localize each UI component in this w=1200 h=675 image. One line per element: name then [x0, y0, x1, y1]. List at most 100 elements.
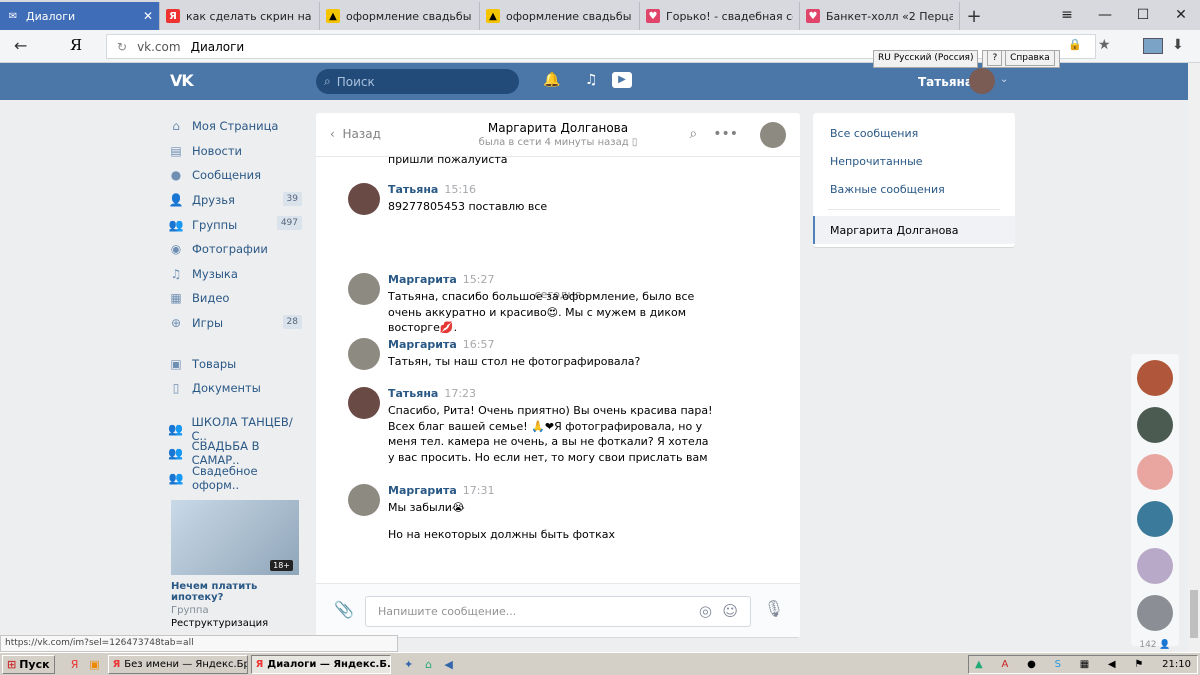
tray-icon[interactable]: ▲: [975, 659, 983, 670]
menu-icon[interactable]: ≡: [1048, 0, 1086, 30]
image-icon[interactable]: [1143, 38, 1163, 54]
more-icon[interactable]: •••: [713, 126, 738, 142]
avatar[interactable]: [1137, 501, 1173, 537]
yandex-icon[interactable]: Я: [65, 655, 85, 673]
sidebar-item-nav-1[interactable]: ▤ Новости: [168, 139, 308, 164]
tab-1[interactable]: Якак сделать скрин на ком: [160, 2, 320, 30]
ad-block[interactable]: 18+ Нечем платить ипотеку? Группа Рестру…: [168, 500, 308, 629]
help-label[interactable]: ? Справка: [982, 50, 1060, 68]
taskbar-window-0[interactable]: Я Без имени — Яндекс.Бр...: [107, 654, 248, 674]
paperclip-icon[interactable]: 📎: [334, 600, 354, 619]
search-icon[interactable]: ⌕: [689, 126, 697, 142]
back-arrow-icon[interactable]: ←: [14, 36, 27, 55]
smile-icon[interactable]: ☺: [722, 597, 738, 626]
sidebar-item-nav-3[interactable]: 👤 Друзья 39: [168, 188, 308, 213]
sidebar-item-nav3-0[interactable]: 👥 ШКОЛА ТАНЦЕВ/ С..: [168, 415, 308, 443]
yandex-logo-icon[interactable]: Я: [70, 36, 82, 54]
message-author[interactable]: Татьяна 15:16: [388, 183, 476, 196]
avatar[interactable]: [1137, 454, 1173, 490]
close-icon[interactable]: ✕: [143, 9, 153, 23]
reload-icon[interactable]: ↻: [117, 40, 127, 54]
bookmark-star-icon[interactable]: ★: [1098, 37, 1111, 53]
app-icon[interactable]: ✦: [399, 655, 419, 673]
age-badge: 18+: [270, 560, 293, 572]
search-input[interactable]: ⌕ Поиск: [316, 69, 519, 94]
avatar[interactable]: [1137, 360, 1173, 396]
tab-2[interactable]: ▲ оформление свадьбы в с: [320, 2, 480, 30]
avatar[interactable]: [1137, 595, 1173, 631]
media-player-icon[interactable]: ▣: [85, 655, 105, 673]
sidebar-item-nav-6[interactable]: ♫ Музыка: [168, 262, 308, 287]
camera-icon[interactable]: ◎: [699, 597, 712, 626]
pdf-icon[interactable]: A: [1001, 659, 1008, 670]
sidebar-item-nav-5[interactable]: ◉ Фотографии: [168, 237, 308, 262]
sidebar-item-label: Моя Страница: [192, 119, 279, 134]
dialog-item-selected[interactable]: Маргарита Долганова: [813, 216, 1015, 244]
sidebar-item-nav2-1[interactable]: ▯ Документы: [168, 376, 308, 401]
new-tab-button[interactable]: +: [960, 2, 988, 30]
start-button[interactable]: ⊞ Пуск: [2, 654, 55, 674]
taskbar-window-1[interactable]: Я Диалоги — Яндекс.Б...: [250, 654, 391, 674]
scrollbar-thumb[interactable]: [1190, 590, 1198, 638]
maximize-button[interactable]: ☐: [1124, 0, 1162, 30]
filter-item-0[interactable]: Все сообщения: [813, 119, 1015, 147]
volume-icon[interactable]: ◀: [1108, 659, 1116, 670]
microphone-icon[interactable]: 🎙: [764, 599, 784, 618]
ad-title[interactable]: Нечем платить ипотеку?: [171, 581, 308, 603]
sidebar-item-nav3-1[interactable]: 👥 СВАДЬБА В САМАР..: [168, 439, 308, 467]
tab-4[interactable]: ♥ Горько! - свадебная соц: [640, 2, 800, 30]
message-author[interactable]: Маргарита 15:27: [388, 273, 495, 286]
avatar[interactable]: [348, 338, 380, 370]
avatar[interactable]: [1137, 548, 1173, 584]
user-name[interactable]: Татьяна: [918, 75, 973, 89]
filter-item-2[interactable]: Важные сообщения: [813, 175, 1015, 203]
avatar[interactable]: [348, 273, 380, 305]
minimize-button[interactable]: —: [1086, 0, 1124, 30]
sidebar-item-label: Сообщения: [192, 168, 262, 183]
divider: [828, 209, 1000, 210]
message-author[interactable]: Маргарита 17:31: [388, 484, 495, 497]
ad-image[interactable]: 18+: [171, 500, 299, 576]
scrollbar[interactable]: [1188, 63, 1200, 652]
vk-logo-icon[interactable]: VK: [170, 71, 194, 90]
sidebar-item-nav-7[interactable]: ▦ Видео: [168, 286, 308, 311]
tray-icon[interactable]: ●: [1027, 659, 1036, 670]
window-controls: ≡ — ☐ ✕: [1048, 0, 1200, 30]
bell-icon[interactable]: 🔔: [543, 72, 560, 88]
desktop-icon[interactable]: ⌂: [419, 655, 439, 673]
tab-0[interactable]: ✉ Диалоги ✕: [0, 2, 160, 30]
message-input[interactable]: Напишите сообщение... ◎ ☺: [365, 596, 751, 627]
skype-icon[interactable]: S: [1055, 659, 1061, 670]
language-label[interactable]: RU Русский (Россия): [873, 50, 979, 68]
sidebar-item-nav2-0[interactable]: ▣ Товары: [168, 351, 308, 376]
message-author[interactable]: Маргарита 16:57: [388, 338, 495, 351]
friends-count[interactable]: 142 👤: [1131, 640, 1179, 650]
lock-icon[interactable]: 🔒: [1068, 38, 1082, 51]
avatar[interactable]: [969, 68, 995, 94]
avatar[interactable]: [760, 122, 786, 148]
sidebar-item-nav-4[interactable]: 👥 Группы 497: [168, 212, 308, 237]
close-window-button[interactable]: ✕: [1162, 0, 1200, 30]
flag-icon[interactable]: ⚑: [1134, 659, 1143, 670]
sidebar-item-nav-0[interactable]: ⌂ Моя Страница: [168, 114, 308, 139]
count-badge: 28: [282, 314, 302, 329]
tab-3[interactable]: ▲ оформление свадьбы в с: [480, 2, 640, 30]
play-icon[interactable]: ▶: [612, 72, 632, 88]
tab-5[interactable]: ♥ Банкет-холл «2 Перца» -: [800, 2, 960, 30]
sidebar-item-nav-8[interactable]: ⊕ Игры 28: [168, 311, 308, 336]
download-icon[interactable]: ⬇: [1172, 37, 1184, 53]
sidebar-item-nav3-2[interactable]: 👥 Свадебное оформ..: [168, 464, 308, 492]
message-list[interactable]: пришли пожалуйста сегодня Татьяна 15:16 89…: [316, 157, 800, 583]
avatar[interactable]: [348, 387, 380, 419]
avatar[interactable]: [348, 183, 380, 215]
avatar[interactable]: [1137, 407, 1173, 443]
filter-item-1[interactable]: Непрочитанные: [813, 147, 1015, 175]
network-icon[interactable]: ▦: [1080, 659, 1089, 670]
chevron-down-icon[interactable]: ⌄: [1000, 74, 1008, 85]
message-author[interactable]: Татьяна 17:23: [388, 387, 476, 400]
avatar[interactable]: [348, 484, 380, 516]
sidebar-item-label: Группы: [192, 217, 238, 232]
sidebar-item-nav-2[interactable]: ● Сообщения: [168, 163, 308, 188]
music-note-icon[interactable]: ♫: [585, 72, 598, 88]
speaker-icon[interactable]: ◀: [439, 655, 459, 673]
